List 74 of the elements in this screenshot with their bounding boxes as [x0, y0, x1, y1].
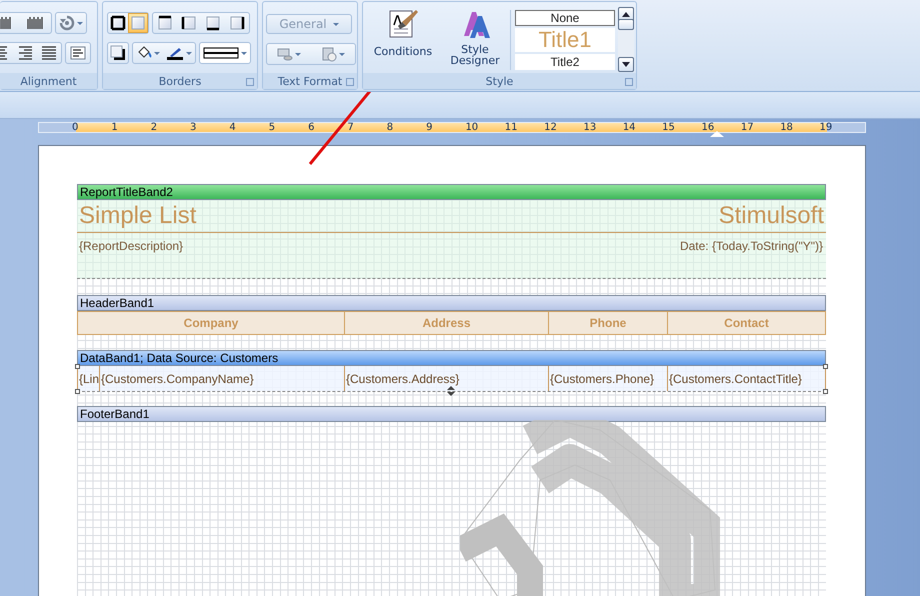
ruler-number: 19 — [820, 123, 834, 132]
group-label: Borders — [158, 74, 202, 88]
selection-handle[interactable] — [823, 389, 828, 394]
ruler-number: 13 — [583, 123, 598, 132]
border-style-dropdown[interactable] — [199, 42, 251, 64]
band-header[interactable]: DataBand1; Data Source: Customers — [77, 350, 826, 366]
style-item[interactable]: Title2 — [515, 54, 615, 70]
data-field: {Customers.CompanyName} — [100, 366, 345, 391]
ruler-number: 6 — [308, 123, 316, 132]
border-icon — [130, 15, 146, 31]
ruler-number: 10 — [465, 123, 480, 132]
band-header[interactable]: HeaderBand1 — [77, 295, 826, 311]
data-field: {Customers.ContactTitle} — [668, 366, 826, 391]
band-header[interactable]: FooterBand1 — [77, 406, 826, 422]
ruler-number: 12 — [544, 123, 558, 132]
selection-handle[interactable] — [75, 364, 80, 369]
selection-handle[interactable] — [823, 364, 828, 369]
align-right-icon — [16, 45, 34, 61]
ruler-number: 8 — [386, 123, 394, 132]
report-title: Simple List — [79, 202, 196, 230]
style-item[interactable]: None — [515, 10, 615, 26]
pen-icon — [166, 45, 184, 61]
currency-format-icon — [277, 46, 293, 62]
date-field: Date: {Today.ToString("Y")} — [680, 239, 823, 253]
wrap-text-icon — [69, 45, 87, 61]
column-header: Contact — [668, 311, 826, 335]
vertical-bars-icon — [26, 16, 44, 30]
group-label: Text Format — [278, 74, 342, 88]
data-field: {Lin — [77, 366, 100, 391]
ruler-number: 15 — [662, 123, 676, 132]
border-icon — [110, 15, 126, 31]
justify-icon — [40, 45, 58, 61]
border-icon — [157, 15, 173, 31]
rotate-icon — [59, 15, 75, 31]
scroll-down-icon — [622, 62, 630, 67]
ruler-number: 9 — [426, 123, 434, 132]
border-button[interactable] — [108, 13, 128, 33]
shadow-button[interactable] — [107, 42, 129, 64]
ruler-number: 3 — [190, 123, 198, 132]
ruler-number: 16 — [702, 123, 716, 132]
selection-handle[interactable] — [75, 389, 80, 394]
group-label: Alignment — [20, 74, 77, 88]
column-header: Phone — [549, 311, 668, 335]
border-icon — [229, 15, 245, 31]
scrollbar-thumb[interactable] — [618, 19, 634, 30]
description-field: {ReportDescription} — [79, 239, 184, 253]
line-style-icon — [203, 46, 239, 60]
group-label: Style — [486, 74, 514, 88]
resize-handle-icon[interactable] — [447, 386, 455, 396]
ruler-number: 5 — [268, 123, 276, 132]
data-field: {Customers.Phone} — [549, 366, 668, 391]
band-header[interactable]: ReportTitleBand2 — [77, 184, 826, 200]
gallery-scrollbar[interactable] — [618, 7, 634, 72]
border-icon — [181, 15, 197, 31]
date-format-icon — [321, 46, 337, 62]
column-header: Address — [345, 311, 549, 335]
ruler-number: 11 — [504, 123, 519, 132]
column-header: Company — [77, 311, 345, 335]
ruler-number: 1 — [111, 123, 119, 132]
border-icon — [205, 15, 221, 31]
ruler-number: 18 — [780, 123, 794, 132]
ruler-number: 7 — [347, 123, 355, 132]
indent-marker-icon[interactable] — [710, 131, 724, 137]
ruler-number: 17 — [740, 123, 755, 132]
data-field: {Customers.Address} — [345, 366, 549, 391]
company-name: Stimulsoft — [718, 202, 824, 230]
ruler-number: 2 — [150, 123, 158, 132]
ruler-number: 0 — [72, 123, 80, 132]
ruler-number: 4 — [229, 123, 237, 132]
ruler-number: 14 — [622, 123, 637, 132]
ribbon-button[interactable]: Conditions — [366, 8, 440, 57]
shadow-icon — [110, 45, 126, 61]
scroll-up-icon — [622, 12, 630, 17]
wrap-text-button[interactable] — [65, 42, 91, 64]
